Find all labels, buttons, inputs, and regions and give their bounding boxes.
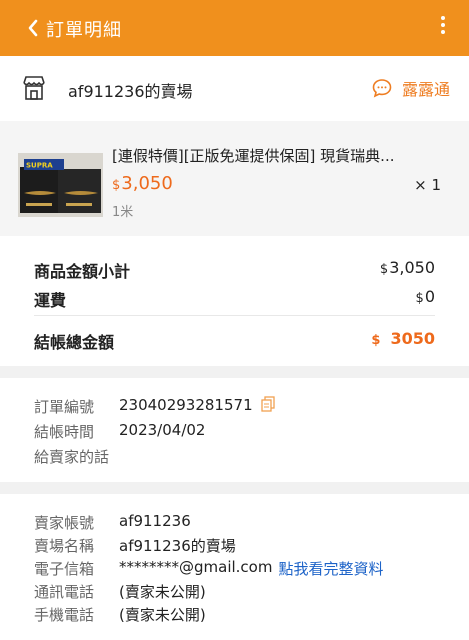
seller-info-card: 賣家帳號 af911236 賣場名稱 af911236的賣場 電子信箱 ****…	[0, 494, 469, 640]
phone-row: 通訊電話 (賣家未公開)	[34, 581, 206, 602]
product-price-value: 3,050	[121, 173, 173, 194]
chat-button[interactable]: 露露通	[372, 76, 450, 100]
subtotal-row: 商品金額小計 $3,050	[34, 258, 435, 282]
store-icon	[23, 76, 45, 100]
product-price-currency: $	[112, 178, 121, 193]
chevron-left-icon	[28, 19, 38, 37]
shop-row[interactable]: af911236的賣場 露露通	[0, 56, 469, 121]
email-label: 電子信箱	[34, 560, 95, 578]
store-name-row: 賣場名稱 af911236的賣場	[34, 535, 236, 556]
order-number-label: 訂單編號	[34, 398, 95, 416]
more-options-button[interactable]	[437, 14, 449, 36]
order-number-row: 訂單編號 23040293281571	[34, 396, 275, 417]
order-time-row: 結帳時間 2023/04/02	[34, 421, 205, 442]
shipping-label: 運費	[34, 291, 67, 310]
mobile-label: 手機電話	[34, 606, 95, 624]
chat-bubble-icon	[372, 79, 392, 98]
view-full-info-link[interactable]: 點我看完整資料	[278, 558, 383, 579]
subtotal-value: $3,050	[380, 258, 435, 282]
product-image[interactable]: SUPRA	[18, 153, 103, 217]
seller-account-row: 賣家帳號 af911236	[34, 512, 191, 533]
subtotal-currency: $	[379, 262, 389, 277]
subtotal-label: 商品金額小計	[34, 262, 131, 281]
order-number-value: 23040293281571	[119, 396, 253, 414]
order-time-value: 2023/04/02	[119, 421, 206, 439]
page-title: 訂單明細	[46, 20, 122, 41]
order-time-label: 結帳時間	[34, 423, 95, 441]
product-item[interactable]: SUPRA [連假特價][正版免運提供保固] 現貨瑞典... $3,050 × …	[0, 121, 469, 236]
grand-total-value: $3050	[371, 329, 435, 353]
subtotal-amount: 3,050	[389, 258, 435, 277]
grand-total-currency: $	[371, 333, 381, 348]
shipping-row: 運費 $0	[34, 287, 435, 311]
product-brand-logo: SUPRA	[26, 162, 53, 170]
more-dot-icon	[441, 23, 445, 27]
email-row: 電子信箱 ********@gmail.com 點我看完整資料	[34, 558, 383, 579]
copy-icon[interactable]	[260, 396, 275, 412]
order-message-row: 給賣家的話	[34, 446, 119, 467]
grand-total-label: 結帳總金額	[34, 333, 115, 352]
grand-total-amount: 3050	[390, 329, 435, 348]
app-header: 訂單明細	[0, 0, 469, 56]
more-dot-icon	[441, 16, 445, 20]
shop-name[interactable]: af911236的賣場	[68, 78, 193, 102]
product-quantity: × 1	[414, 176, 441, 194]
back-button[interactable]	[24, 17, 42, 39]
totals-divider	[34, 315, 435, 316]
order-message-label: 給賣家的話	[34, 448, 110, 466]
store-name-value: af911236的賣場	[119, 537, 236, 555]
product-price: $3,050	[112, 173, 173, 194]
seller-account-value: af911236	[119, 512, 191, 530]
mobile-row: 手機電話 (賣家未公開)	[34, 604, 206, 625]
totals-card: 商品金額小計 $3,050 運費 $0 結帳總金額 $3050	[0, 236, 469, 366]
shipping-amount: 0	[424, 287, 435, 306]
seller-account-label: 賣家帳號	[34, 514, 95, 532]
product-title[interactable]: [連假特價][正版免運提供保固] 現貨瑞典...	[112, 145, 452, 166]
product-spec: 1米	[112, 205, 134, 220]
phone-label: 通訊電話	[34, 583, 95, 601]
more-dot-icon	[441, 30, 445, 34]
chat-label: 露露通	[401, 80, 450, 99]
grand-total-row: 結帳總金額 $3050	[34, 329, 435, 353]
email-value: ********@gmail.com	[119, 558, 273, 576]
phone-value: (賣家未公開)	[119, 583, 206, 601]
shipping-currency: $	[415, 291, 424, 306]
store-name-label: 賣場名稱	[34, 537, 95, 555]
order-info-card: 訂單編號 23040293281571 結帳時間 2023/04/02 給賣家的…	[0, 378, 469, 482]
mobile-value: (賣家未公開)	[119, 606, 206, 624]
shipping-value: $0	[416, 287, 435, 311]
